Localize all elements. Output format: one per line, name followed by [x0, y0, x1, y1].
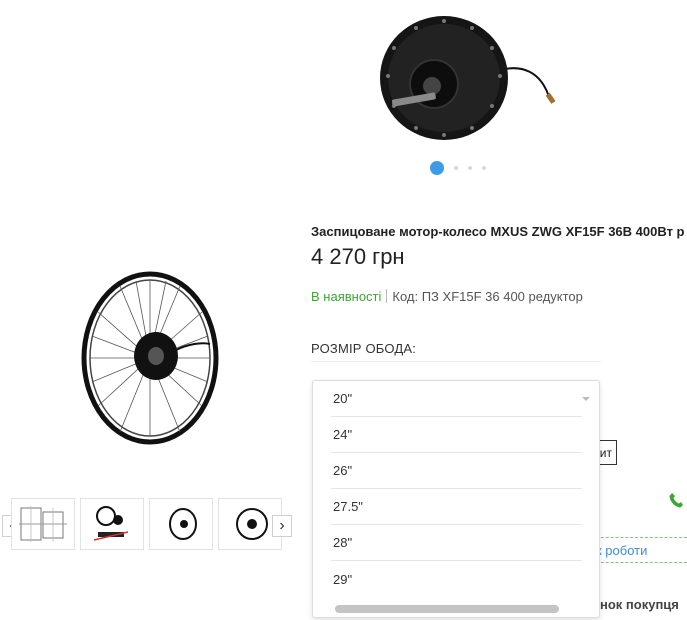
carousel-indicators: [430, 161, 486, 175]
rim-size-label: РОЗМІР ОБОДА:: [311, 341, 417, 356]
rim-size-option[interactable]: 24": [331, 417, 582, 453]
product-title: Заспицоване мотор-колесо MXUS ZWG XF15F …: [311, 224, 685, 239]
rim-size-options: 20" 24" 26" 27.5" 28" 29": [331, 381, 582, 597]
carousel-dot[interactable]: [468, 166, 472, 170]
rim-size-option[interactable]: 26": [331, 453, 582, 489]
thumbnail-strip: ‹ ›: [0, 498, 300, 552]
rim-size-divider: [311, 361, 601, 362]
horizontal-scrollbar[interactable]: [335, 605, 559, 613]
carousel-dot[interactable]: [482, 166, 486, 170]
thumbnail-next-button[interactable]: ›: [272, 515, 292, 537]
wheel-thumbnail-icon: [169, 508, 197, 540]
chevron-right-icon: ›: [279, 517, 285, 534]
rim-size-option[interactable]: 29": [331, 561, 582, 597]
wheel-side-thumbnail-icon: [236, 508, 268, 540]
carousel-dot[interactable]: [454, 166, 458, 170]
availability-row: В наявності Код: ПЗ XF15F 36 400 редуктор: [311, 289, 583, 304]
buyer-text-partial: нок покупця: [600, 597, 679, 612]
rim-size-option[interactable]: 27.5": [331, 489, 582, 525]
carousel-dot-active[interactable]: [430, 161, 444, 175]
chevron-down-icon: [582, 397, 590, 401]
divider: [386, 289, 388, 303]
thumbnail-wheel[interactable]: [149, 498, 213, 550]
in-stock-status: В наявності: [311, 289, 382, 304]
product-code: Код: ПЗ XF15F 36 400 редуктор: [392, 289, 583, 304]
thumbnail-kit[interactable]: [80, 498, 144, 550]
thumbnail-diagram[interactable]: [11, 498, 75, 550]
rim-size-option[interactable]: 28": [331, 525, 582, 561]
kit-thumbnail-icon: [93, 506, 129, 541]
rim-size-dropdown[interactable]: 20" 24" 26" 27.5" 28" 29": [312, 380, 600, 618]
product-price: 4 270 грн: [311, 244, 405, 269]
diagram-thumbnail-icon: [19, 506, 67, 542]
main-product-image: [78, 266, 228, 446]
phone-icon[interactable]: [669, 492, 683, 513]
schedule-link-partial[interactable]: к роботи: [596, 537, 687, 563]
rim-size-option[interactable]: 20": [331, 381, 582, 417]
hero-product-image: [372, 10, 572, 150]
